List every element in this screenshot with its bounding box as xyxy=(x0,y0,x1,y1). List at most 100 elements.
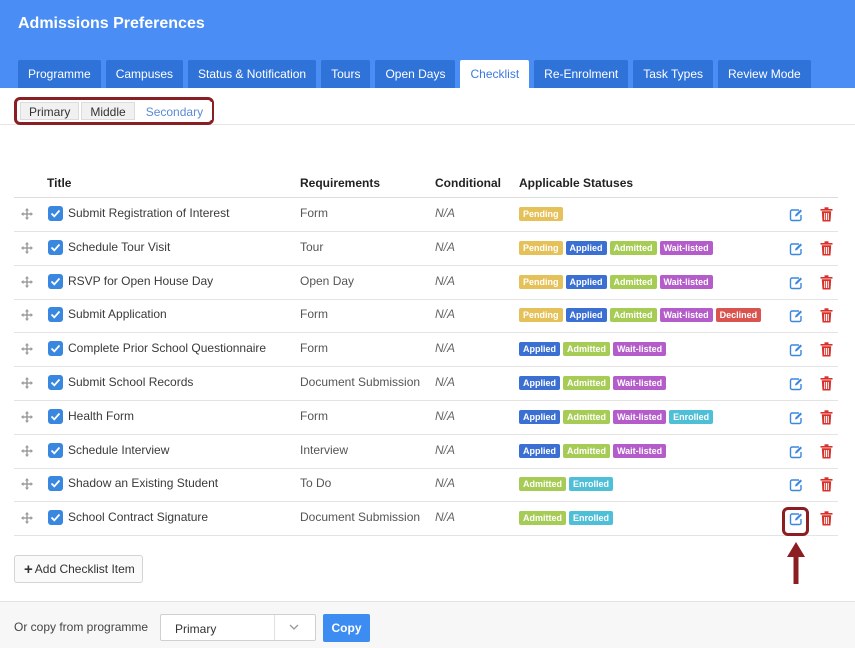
trash-icon[interactable] xyxy=(820,342,833,357)
row-title: RSVP for Open House Day xyxy=(68,273,214,288)
column-conditional: Conditional xyxy=(435,176,501,190)
status-badge: Applied xyxy=(519,376,560,390)
row-conditional: N/A xyxy=(435,375,456,389)
edit-icon[interactable] xyxy=(789,242,803,256)
trash-icon[interactable] xyxy=(820,207,833,222)
status-badge: Admitted xyxy=(563,443,610,458)
move-icon[interactable] xyxy=(21,275,33,288)
move-icon[interactable] xyxy=(21,241,33,254)
tab-programme[interactable]: Programme xyxy=(18,60,101,88)
edit-icon[interactable] xyxy=(789,445,803,459)
move-icon[interactable] xyxy=(21,309,33,322)
status-badge: Applied xyxy=(565,308,607,323)
table-header: Title Requirements Conditional Applicabl… xyxy=(14,172,838,198)
status-badge: Admitted xyxy=(609,274,657,289)
row-conditional: N/A xyxy=(435,341,456,356)
move-icon[interactable] xyxy=(21,208,33,220)
row-requirement: Open Day xyxy=(300,273,355,288)
edit-icon[interactable] xyxy=(789,276,803,290)
edit-icon[interactable] xyxy=(789,309,803,323)
edit-icon[interactable] xyxy=(789,208,803,222)
trash-icon[interactable] xyxy=(820,477,833,492)
status-badge: Enrolled xyxy=(669,409,714,424)
row-title: Submit Application xyxy=(68,307,167,322)
tab-status-notification[interactable]: Status & Notification xyxy=(188,60,317,88)
row-checkbox[interactable] xyxy=(48,341,63,357)
move-icon[interactable] xyxy=(21,478,33,491)
tab-re-enrolment[interactable]: Re-Enrolment xyxy=(534,60,629,88)
status-badge: Admitted xyxy=(563,342,610,357)
row-requirement: Document Submission xyxy=(300,375,421,389)
row-statuses: Applied Admitted Wait-listed xyxy=(519,342,669,357)
edit-icon[interactable] xyxy=(789,411,803,425)
tab-checklist[interactable]: Checklist xyxy=(460,60,530,88)
tab-task-types[interactable]: Task Types xyxy=(633,60,714,88)
tab-campuses[interactable]: Campuses xyxy=(105,60,184,88)
table-row: RSVP for Open House Day Open Day N/A Pendin… xyxy=(14,266,838,300)
status-badge: Wait-listed xyxy=(659,308,713,323)
row-checkbox[interactable] xyxy=(48,408,63,424)
tab-tours[interactable]: Tours xyxy=(321,60,371,88)
copy-footer: Or copy from programme Primary Copy xyxy=(0,601,855,648)
table-row: School Contract Signature Document Submis… xyxy=(14,502,838,537)
trash-icon[interactable] xyxy=(820,241,833,256)
add-checklist-item-button[interactable]: + Add Checklist Item xyxy=(14,555,143,583)
row-conditional: N/A xyxy=(435,408,456,423)
subtab-secondary[interactable]: Secondary xyxy=(136,102,213,120)
status-badge: Wait-listed xyxy=(613,376,667,390)
edit-icon[interactable] xyxy=(789,478,803,492)
trash-icon[interactable] xyxy=(820,511,833,526)
row-statuses: Applied Admitted Wait-listed Enrolled xyxy=(519,409,716,424)
programme-select[interactable]: Primary xyxy=(160,614,316,641)
row-conditional: N/A xyxy=(435,307,456,322)
subtab-primary[interactable]: Primary xyxy=(20,102,80,120)
tab-open-days[interactable]: Open Days xyxy=(375,60,456,88)
row-conditional: N/A xyxy=(435,239,456,254)
row-checkbox[interactable] xyxy=(48,239,63,255)
subtab-middle[interactable]: Middle xyxy=(81,102,135,120)
row-checkbox[interactable] xyxy=(48,442,63,458)
row-checkbox[interactable] xyxy=(48,307,63,323)
status-badge: Admitted xyxy=(609,240,657,255)
row-checkbox[interactable] xyxy=(48,206,63,221)
status-badge: Pending xyxy=(519,308,563,323)
row-checkbox[interactable] xyxy=(48,375,63,390)
page-header: Admissions Preferences Programme Campuses… xyxy=(0,0,855,88)
preferences-tabs: Programme Campuses Status & Notification To… xyxy=(18,60,816,88)
tab-review-mode[interactable]: Review Mode xyxy=(718,60,811,88)
row-requirement: Form xyxy=(300,408,328,423)
row-checkbox[interactable] xyxy=(48,273,63,289)
move-icon[interactable] xyxy=(21,343,33,356)
status-badge: Wait-listed xyxy=(613,443,667,458)
status-badge: Admitted xyxy=(519,477,566,492)
row-checkbox[interactable] xyxy=(48,510,63,526)
edit-highlight-annotation xyxy=(782,507,809,536)
edit-icon[interactable] xyxy=(789,343,803,357)
table-row: Complete Prior School Questionnaire Form N… xyxy=(14,333,838,368)
row-requirement: Form xyxy=(300,206,328,220)
row-title: Schedule Tour Visit xyxy=(68,239,171,254)
move-icon[interactable] xyxy=(21,512,33,525)
trash-icon[interactable] xyxy=(820,308,833,323)
row-requirement: Interview xyxy=(300,442,349,457)
trash-icon[interactable] xyxy=(820,274,833,290)
row-checkbox[interactable] xyxy=(48,476,63,492)
move-icon[interactable] xyxy=(21,377,33,389)
move-icon[interactable] xyxy=(21,444,33,457)
status-badge: Applied xyxy=(565,274,607,289)
trash-icon[interactable] xyxy=(820,443,833,459)
edit-icon[interactable] xyxy=(789,377,803,391)
status-badge: Applied xyxy=(565,240,607,255)
status-badge: Admitted xyxy=(563,409,610,424)
table-row: Schedule Tour Visit Tour N/A Pending Applied… xyxy=(14,232,838,266)
table-row: Schedule Interview Interview N/A Applied Adm… xyxy=(14,435,838,469)
row-title: School Contract Signature xyxy=(68,510,209,525)
trash-icon[interactable] xyxy=(820,410,833,425)
chevron-down-icon xyxy=(289,624,299,630)
copy-button[interactable]: Copy xyxy=(323,614,370,642)
row-requirement: Form xyxy=(300,341,328,356)
programme-select-value: Primary xyxy=(175,622,217,636)
row-conditional: N/A xyxy=(435,442,456,457)
trash-icon[interactable] xyxy=(820,376,833,391)
move-icon[interactable] xyxy=(21,410,33,423)
